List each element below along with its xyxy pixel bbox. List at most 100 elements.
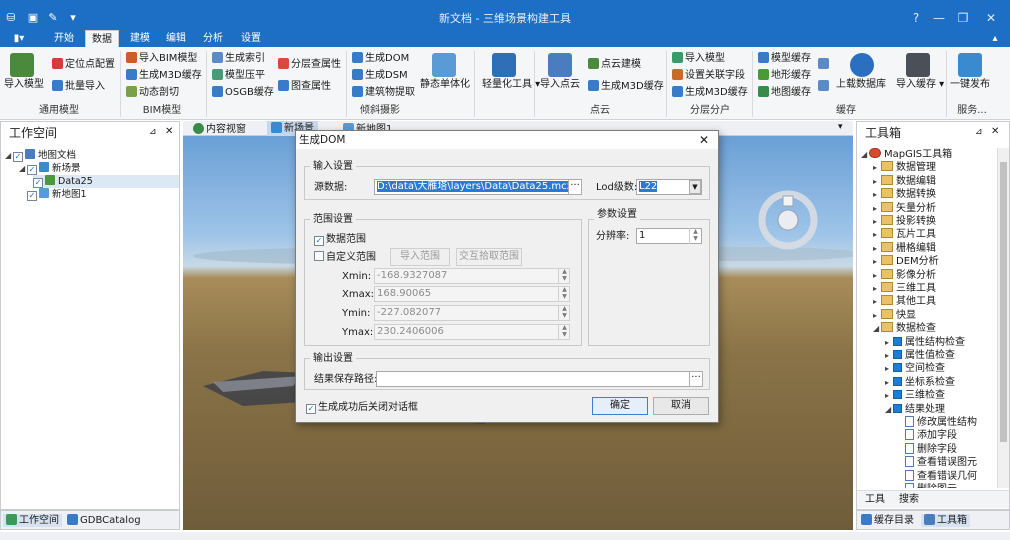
upload-database-button[interactable]: 上载数据库 xyxy=(836,79,886,91)
xmin-input[interactable]: -168.9327087 xyxy=(374,268,570,284)
tree-item-new-map[interactable]: ✓ 新地图1 xyxy=(19,188,87,201)
building-extract-button[interactable]: 建筑物提取 xyxy=(352,86,415,99)
toolbox-item[interactable]: 查看错误图元 xyxy=(897,456,977,469)
import-pointcloud-button[interactable]: 导入点云 xyxy=(540,79,580,91)
static-single-button[interactable]: 静态单体化 xyxy=(420,79,470,91)
expand-icon[interactable]: ◢ xyxy=(885,403,893,416)
expand-icon[interactable]: ▸ xyxy=(873,269,881,282)
tab-cache-catalog[interactable]: 缓存目录 xyxy=(861,514,914,527)
expand-icon[interactable]: ▸ xyxy=(885,362,893,375)
tab-gdbcatalog[interactable]: GDBCatalog xyxy=(67,514,141,527)
dynamic-section-button[interactable]: 动态剖切 xyxy=(126,86,179,99)
toolbox-item[interactable]: ▸ 属性值检查 xyxy=(885,349,955,362)
toolbox-item[interactable]: ▸ 矢量分析 xyxy=(873,201,936,215)
toolbox-item[interactable]: ▸ 空间检查 xyxy=(885,362,945,375)
tab-toolbox[interactable]: 工具箱 xyxy=(921,514,970,527)
toolbox-item[interactable]: ▸ DEM分析 xyxy=(873,255,939,268)
toolbox-item[interactable]: 查看错误几何 xyxy=(897,469,977,483)
expand-icon[interactable]: ▸ xyxy=(873,242,881,255)
toolbox-item[interactable]: ▸ 数据转换 xyxy=(873,188,936,201)
dialog-close-icon[interactable]: ✕ xyxy=(699,133,709,147)
custom-range-checkbox[interactable]: 自定义范围 xyxy=(314,251,376,264)
expand-icon[interactable]: ◢ xyxy=(861,148,869,161)
tab-modeling[interactable]: 建模 xyxy=(124,30,156,47)
toolbox-item[interactable]: 删除字段 xyxy=(897,442,957,456)
tab-data[interactable]: 数据 xyxy=(85,30,119,47)
expand-icon[interactable]: ▸ xyxy=(885,389,893,402)
generate-dom-button[interactable]: 生成DOM xyxy=(352,52,409,65)
xmax-spinner-icon[interactable]: ▲ ▼ xyxy=(558,286,570,302)
close-window-button[interactable]: ✕ xyxy=(980,8,1002,28)
checkbox[interactable]: ✓ xyxy=(13,152,23,162)
custom-range-check-icon[interactable] xyxy=(314,251,324,261)
pointcloud-m3d-button[interactable]: 生成M3D缓存 xyxy=(588,80,664,93)
expand-icon[interactable]: ▸ xyxy=(873,228,881,241)
tab-tools[interactable]: 工具 xyxy=(865,494,885,506)
scrollbar-thumb[interactable] xyxy=(1000,162,1007,442)
import-range-button[interactable]: 导入范围 xyxy=(390,248,450,266)
tab-analysis[interactable]: 分析 xyxy=(197,30,229,47)
toolbox-scrollbar[interactable] xyxy=(997,148,1009,488)
toolbox-item[interactable]: ▸ 瓦片工具 xyxy=(873,228,936,241)
toolbox-item[interactable]: ▸ 投影转换 xyxy=(873,215,936,228)
expand-icon[interactable]: ▸ xyxy=(873,255,881,268)
expand-icon[interactable]: ▸ xyxy=(885,376,893,389)
navigation-compass-icon[interactable] xyxy=(758,190,818,250)
household-import-model-button[interactable]: 导入模型 xyxy=(672,52,725,65)
tab-content-view[interactable]: 内容视窗 xyxy=(193,123,246,136)
lightweight-tool-button[interactable]: 轻量化工具 ▾ xyxy=(482,79,540,91)
cache-extra-icon[interactable] xyxy=(818,58,831,71)
toolbox-item[interactable]: ◢ 结果处理 xyxy=(885,403,945,416)
checkbox[interactable]: ✓ xyxy=(27,191,37,201)
bim-m3d-cache-button[interactable]: 生成M3D缓存 xyxy=(126,69,202,82)
app-menu-button[interactable]: ▮▾ xyxy=(6,30,32,47)
expand-icon[interactable]: ▸ xyxy=(873,295,881,308)
expand-icon[interactable]: ▸ xyxy=(873,215,881,228)
tab-start[interactable]: 开始 xyxy=(48,30,80,47)
toolbox-item[interactable]: ▸ 影像分析 xyxy=(873,268,936,282)
close-after-check-icon[interactable]: ✓ xyxy=(306,404,316,414)
ok-button[interactable]: 确定 xyxy=(592,397,648,415)
build-index-button[interactable]: 生成索引 xyxy=(212,52,265,65)
tab-workspace[interactable]: 工作空间 xyxy=(3,514,62,527)
toolbox-item[interactable]: ▸ 三维工具 xyxy=(873,282,936,295)
cancel-button[interactable]: 取消 xyxy=(653,397,709,415)
toolbox-item[interactable]: 修改属性结构 xyxy=(897,416,977,429)
tree-item-new-scene[interactable]: ◢ ✓ 新场景 xyxy=(19,162,81,175)
expand-icon[interactable]: ▸ xyxy=(873,202,881,215)
expand-icon[interactable]: ◢ xyxy=(873,322,881,335)
toolbox-item[interactable]: ◢ 数据检查 xyxy=(873,322,936,335)
generate-dsm-button[interactable]: 生成DSM xyxy=(352,69,408,82)
terrain-cache-button[interactable]: 地形缓存 xyxy=(758,69,811,82)
data-range-check-icon[interactable]: ✓ xyxy=(314,236,324,246)
expand-icon[interactable]: ▸ xyxy=(873,282,881,295)
toolbox-item[interactable]: ▸ 属性结构检查 xyxy=(885,336,965,349)
layer-query-attr-button[interactable]: 分层查属性 xyxy=(278,58,341,71)
set-link-field-button[interactable]: 设置关联字段 xyxy=(672,69,745,82)
pin-icon[interactable]: ⊿ xyxy=(149,127,157,137)
pointcloud-model-button[interactable]: 点云建模 xyxy=(588,58,641,71)
ymin-input[interactable]: -227.082077 xyxy=(374,305,570,321)
expand-icon[interactable]: ▸ xyxy=(873,188,881,201)
pick-range-button[interactable]: 交互拾取范围 xyxy=(456,248,522,266)
tree-item-data25[interactable]: ✓ Data25 xyxy=(33,175,179,188)
toolbox-item[interactable]: ▸ 快显 xyxy=(873,308,916,322)
expand-icon[interactable]: ▸ xyxy=(873,309,881,322)
close-panel-icon[interactable]: ✕ xyxy=(165,126,173,137)
toolbox-item[interactable]: ◢ MapGIS工具箱 xyxy=(861,148,952,161)
toolbox-item[interactable]: ▸ 数据管理 xyxy=(873,161,936,174)
toolbox-item[interactable]: 添加字段 xyxy=(897,429,957,442)
tab-edit[interactable]: 编辑 xyxy=(160,30,192,47)
toolbox-item[interactable]: ▸ 数据编辑 xyxy=(873,174,936,188)
collapse-icon[interactable]: ◢ xyxy=(5,149,13,162)
model-cache-button[interactable]: 模型缓存 xyxy=(758,52,811,65)
batch-import-button[interactable]: 批量导入 xyxy=(52,80,105,93)
expand-icon[interactable]: ▸ xyxy=(873,175,881,188)
help-icon[interactable]: ? xyxy=(905,8,927,28)
map-cache-button[interactable]: 地图缓存 xyxy=(758,86,811,99)
xmax-input[interactable]: 168.90065 xyxy=(374,286,570,302)
ymax-spinner-icon[interactable]: ▲ ▼ xyxy=(558,324,570,340)
import-model-button[interactable]: 导入模型 xyxy=(4,79,44,91)
close-after-success-checkbox[interactable]: ✓ 生成成功后关闭对话框 xyxy=(306,401,418,414)
browse-save-path-button[interactable]: ··· xyxy=(689,371,703,387)
